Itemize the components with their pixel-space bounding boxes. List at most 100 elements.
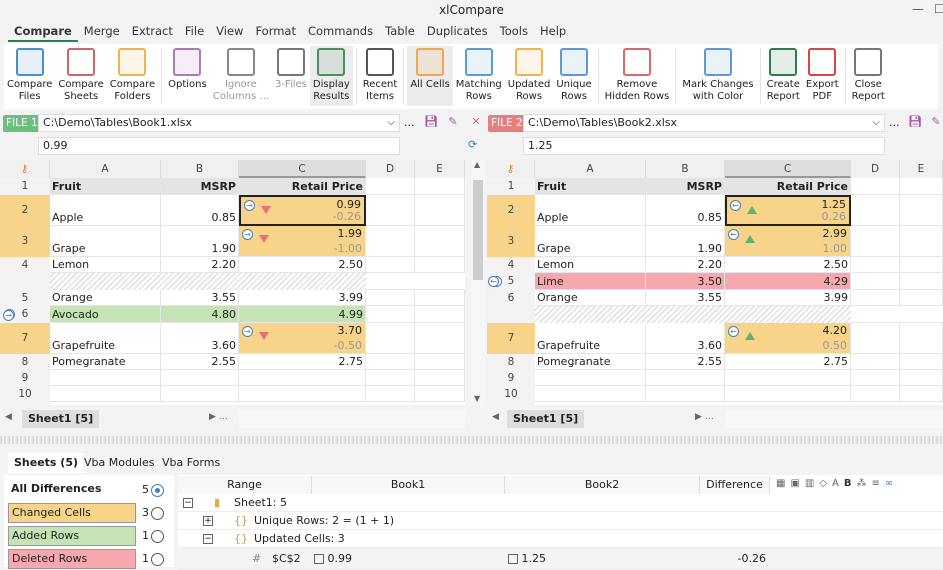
horizontal-scrollbar[interactable]: [239, 410, 465, 428]
save-as-icon[interactable]: ✎: [445, 115, 461, 131]
browse-file2-button[interactable]: ...: [889, 116, 900, 129]
menu-tools[interactable]: Tools: [494, 22, 534, 42]
scroll-right-icon[interactable]: ▶ …: [209, 412, 228, 422]
ribbon-all-cells-button[interactable]: All Cells: [407, 46, 453, 106]
cell-B2[interactable]: 0.85: [646, 195, 725, 226]
cell-B6[interactable]: 3.55: [646, 290, 725, 306]
row-header[interactable]: 9: [0, 370, 50, 386]
cell-B10[interactable]: [161, 386, 239, 402]
vertical-scrollbar[interactable]: ▲ ▼: [471, 160, 485, 405]
checkbox[interactable]: [314, 554, 324, 564]
cell-B9[interactable]: [161, 370, 239, 386]
cell-E8[interactable]: [900, 354, 943, 370]
menu-format[interactable]: Format: [249, 22, 302, 42]
filter-radio[interactable]: [151, 484, 164, 497]
filter-radio[interactable]: [151, 530, 164, 543]
row-header[interactable]: [487, 306, 535, 323]
cell-A6[interactable]: Orange: [535, 290, 646, 306]
tab-vba-modules[interactable]: Vba Modules: [78, 453, 160, 473]
cell-B7[interactable]: 3.60: [161, 323, 239, 354]
chevron-down-icon[interactable]: ⌵: [387, 115, 395, 131]
row-header[interactable]: 3: [0, 226, 50, 257]
cell-A8[interactable]: Pomegranate: [535, 354, 646, 370]
cell-A3[interactable]: Grape: [50, 226, 161, 257]
tree-row[interactable]: + {} Unique Rows: 2 = (1 + 1): [178, 512, 943, 530]
cell-C9[interactable]: [725, 370, 851, 386]
cell-D7[interactable]: [851, 323, 900, 354]
arrow-circle-icon[interactable]: ←: [730, 200, 741, 211]
row-header[interactable]: 10: [0, 386, 50, 402]
cell-C10[interactable]: [239, 386, 366, 402]
sync-icon[interactable]: ⟳: [468, 138, 477, 151]
column-header-E[interactable]: E: [900, 160, 943, 178]
arrow-circle-icon[interactable]: →: [3, 310, 14, 321]
cell-A8[interactable]: Pomegranate: [50, 354, 161, 370]
file1-path-select[interactable]: C:\Demo\Tables\Book1.xlsx ⌵: [38, 114, 400, 132]
column-header-C[interactable]: C: [725, 160, 851, 178]
scroll-up-icon[interactable]: ▲: [474, 160, 480, 169]
file2-path-select[interactable]: C:\Demo\Tables\Book2.xlsx ⌵: [523, 114, 885, 132]
column-header-B[interactable]: B: [161, 160, 239, 178]
ribbon-color-palette-button[interactable]: Mark Changes with Color: [679, 46, 756, 106]
cell-D2[interactable]: [851, 195, 900, 226]
cell-E5[interactable]: [415, 290, 465, 306]
cell-B4[interactable]: 2.20: [646, 257, 725, 273]
scroll-left-icon[interactable]: ◀: [492, 412, 499, 422]
cell-D10[interactable]: [366, 386, 415, 402]
cell-A2[interactable]: Apple: [535, 195, 646, 226]
arrow-circle-icon[interactable]: ←: [728, 326, 739, 337]
row-header[interactable]: 2: [487, 195, 535, 226]
menu-compare[interactable]: Compare: [8, 22, 78, 42]
cell-C4[interactable]: 2.50: [725, 257, 851, 273]
cell-E4[interactable]: [900, 257, 943, 273]
cell-D3[interactable]: [366, 226, 415, 257]
ribbon-display-results-button[interactable]: Display Results: [309, 46, 353, 106]
cell-E5[interactable]: [900, 273, 943, 290]
column-header-A[interactable]: A: [50, 160, 161, 178]
cell-D9[interactable]: [366, 370, 415, 386]
cell-D9[interactable]: [851, 370, 900, 386]
cell-D1[interactable]: [366, 178, 415, 195]
ribbon-compare-sheets-button[interactable]: Compare Sheets: [55, 46, 106, 106]
cell-C4[interactable]: 2.50: [239, 257, 366, 273]
cell-B3[interactable]: 1.90: [646, 226, 725, 257]
tab-sheets-[interactable]: Sheets (5): [8, 453, 85, 473]
row-header[interactable]: 1: [487, 178, 535, 195]
chevron-down-icon[interactable]: ⌵: [872, 115, 880, 131]
filter-added-rows[interactable]: Added Rows: [8, 526, 136, 546]
ribbon-folder-button[interactable]: Compare Folders: [107, 46, 158, 106]
cell-A10[interactable]: [50, 386, 161, 402]
cell-C9[interactable]: [239, 370, 366, 386]
cell-C5[interactable]: 4.29: [725, 273, 851, 290]
cell-B8[interactable]: 2.55: [161, 354, 239, 370]
column-header-D[interactable]: D: [851, 160, 900, 178]
menu-duplicates[interactable]: Duplicates: [421, 22, 494, 42]
sheet-tab[interactable]: Sheet1 [5]: [22, 410, 100, 428]
row-header[interactable]: 9: [487, 370, 535, 386]
browse-file1-button[interactable]: ...: [404, 116, 415, 129]
filter-deleted-rows[interactable]: Deleted Rows: [8, 549, 136, 569]
column-header-range[interactable]: Range: [178, 476, 312, 494]
ribbon-matching-rows-button[interactable]: Matching Rows: [453, 46, 505, 106]
cell-C8[interactable]: 2.75: [725, 354, 851, 370]
cell-C2[interactable]: 0.99 -0.26 →: [239, 195, 366, 226]
cell-E4[interactable]: [415, 257, 465, 273]
scroll-left-icon[interactable]: ◀: [5, 412, 12, 422]
cell-A10[interactable]: [535, 386, 646, 402]
scrollbar-thumb[interactable]: [473, 180, 483, 280]
cell-B10[interactable]: [646, 386, 725, 402]
cell-E7[interactable]: [415, 323, 465, 354]
cell-A1[interactable]: Fruit: [535, 178, 646, 195]
cell-D3[interactable]: [851, 226, 900, 257]
cell-A2[interactable]: Apple: [50, 195, 161, 226]
cell-E8[interactable]: [415, 354, 465, 370]
arrow-circle-icon[interactable]: →: [242, 229, 253, 240]
filter-radio[interactable]: [151, 507, 164, 520]
cell-D10[interactable]: [851, 386, 900, 402]
file2-formula-bar[interactable]: 1.25: [523, 137, 885, 155]
cell-A5[interactable]: Orange: [50, 290, 161, 306]
column-header-A[interactable]: A: [535, 160, 646, 178]
row-header[interactable]: 1: [0, 178, 50, 195]
row-header[interactable]: 6: [487, 290, 535, 306]
cell-D7[interactable]: [366, 323, 415, 354]
